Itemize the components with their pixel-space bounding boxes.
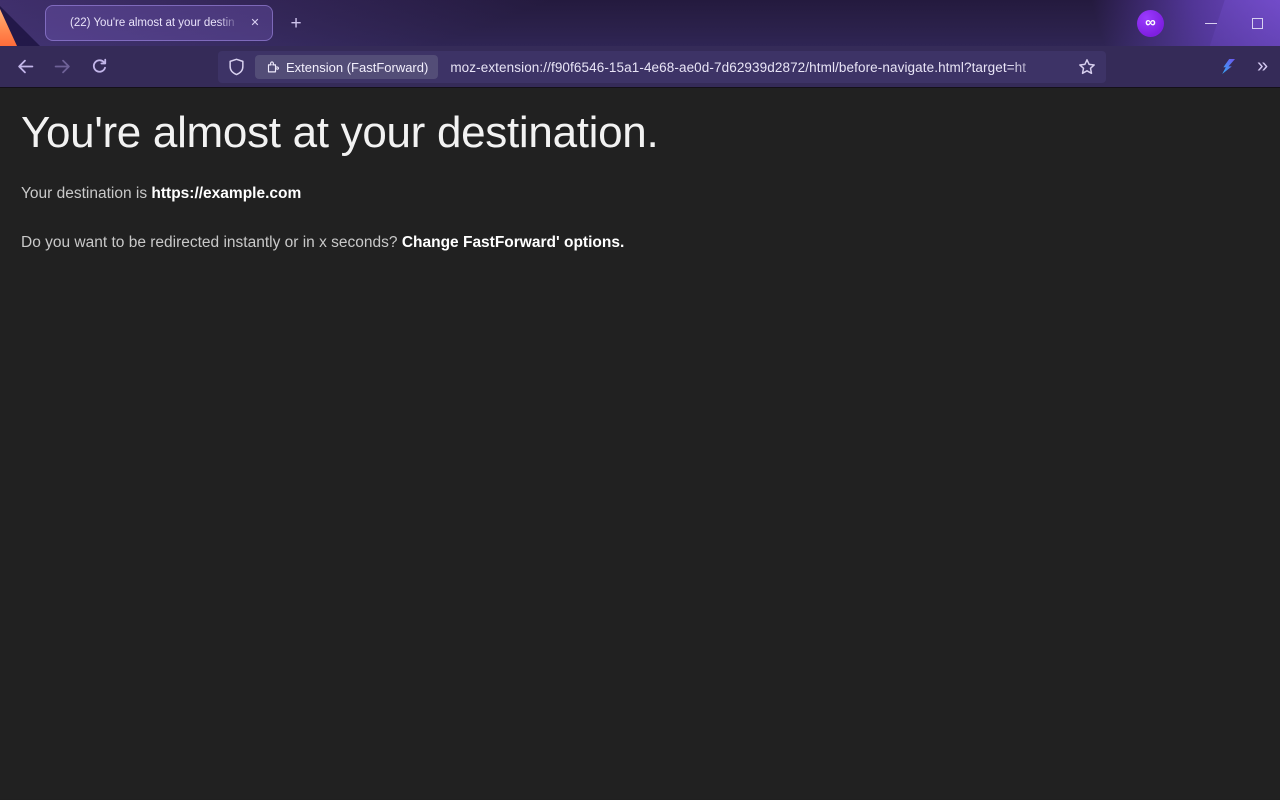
redirect-question-text: Do you want to be redirected instantly o… [21,234,402,251]
profile-avatar[interactable]: ∞ [1137,10,1164,37]
window-maximize-button[interactable] [1234,0,1280,46]
destination-prefix-text: Your destination is [21,185,151,202]
tab-title: (22) You're almost at your destin [70,17,242,29]
forward-button[interactable] [46,50,79,83]
reload-button[interactable] [83,50,116,83]
browser-tab[interactable]: (22) You're almost at your destin ✕ [45,5,273,41]
tracking-protection-shield-icon[interactable] [228,58,245,76]
options-link[interactable]: Change FastForward' options. [402,234,624,251]
tab-close-icon[interactable]: ✕ [246,14,264,32]
titlebar-controls: ∞ [1137,0,1280,46]
redirect-line: Do you want to be redirected instantly o… [21,232,1240,254]
url-bar[interactable]: Extension (FastForward) moz-extension://… [218,51,1106,83]
url-text[interactable]: moz-extension://f90f6546-15a1-4e68-ae0d-… [450,60,1070,75]
tab-strip: (22) You're almost at your destin ✕ + ∞ [0,0,1280,46]
extension-puzzle-icon [265,60,279,75]
destination-line: Your destination is https://example.com [21,183,1240,205]
navigation-toolbar: Extension (FastForward) moz-extension://… [0,46,1280,88]
destination-link[interactable]: https://example.com [151,185,301,202]
double-chevron-icon: » [1257,55,1266,78]
back-button[interactable] [9,50,42,83]
identity-chip[interactable]: Extension (FastForward) [255,55,438,79]
fastforward-extension-button[interactable] [1211,50,1244,83]
page-title: You're almost at your destination. [21,106,1240,160]
forward-arrow-icon [54,58,71,75]
window-minimize-button[interactable] [1188,0,1234,46]
bookmark-star-icon[interactable] [1078,58,1096,76]
back-arrow-icon [17,58,34,75]
reload-icon [91,58,108,75]
minimize-icon [1205,23,1217,24]
plus-icon: + [290,13,301,35]
maximize-icon [1252,18,1263,29]
identity-chip-label: Extension (FastForward) [286,60,428,75]
new-tab-button[interactable]: + [284,12,308,36]
toolbar-overflow-button[interactable]: » [1245,50,1278,83]
fastforward-logo-icon [1219,57,1237,76]
page-content: You're almost at your destination. Your … [0,88,1280,799]
infinity-mask-icon: ∞ [1145,15,1156,30]
